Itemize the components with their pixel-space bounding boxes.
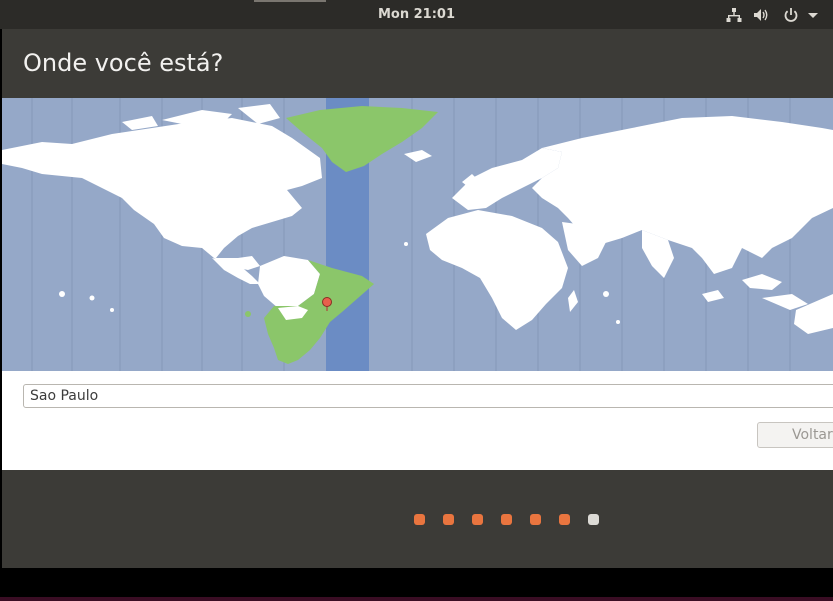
volume-icon[interactable] [753,7,770,23]
location-input[interactable] [23,384,833,408]
network-icon[interactable] [726,7,742,23]
desktop-edge [0,597,833,601]
progress-footer [2,470,833,568]
installer-window: Onde você está? Sao Paulo Voltar [2,29,833,568]
timezone-map[interactable] [2,98,833,371]
menu-arrow-icon[interactable] [807,7,819,23]
panel-activity-indicator [254,0,326,2]
back-button[interactable]: Voltar [757,422,833,448]
progress-dot [559,514,570,525]
timezone-page: Voltar [2,98,833,470]
power-icon[interactable] [783,7,799,23]
location-marker-icon [322,297,332,311]
progress-dot [530,514,541,525]
window-header: Onde você está? [2,29,833,98]
clock[interactable]: Mon 21:01 [0,7,833,22]
page-title: Onde você está? [23,49,224,77]
progress-dot [472,514,483,525]
world-map-graphic [2,98,833,371]
progress-dot-current [588,514,599,525]
progress-dot [501,514,512,525]
progress-dot [443,514,454,525]
top-panel: Mon 21:01 [0,0,833,29]
progress-dot [414,514,425,525]
